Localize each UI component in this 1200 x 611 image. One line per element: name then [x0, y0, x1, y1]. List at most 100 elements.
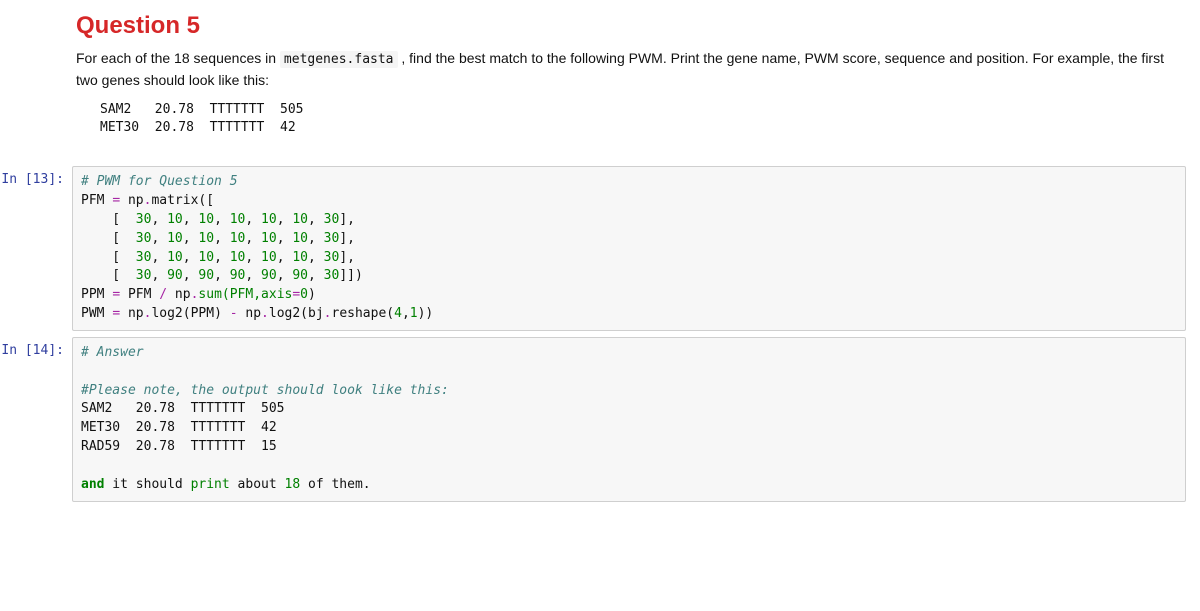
example-output-block: SAM2 20.78 TTTTTTT 505 MET30 20.78 TTTTT…: [76, 101, 1176, 139]
prose-pre: For each of the 18 sequences in: [76, 50, 280, 66]
code-num: 30: [324, 231, 340, 246]
code-num: 10: [292, 231, 308, 246]
code-token: ,: [183, 268, 199, 283]
code-num: 4: [394, 306, 402, 321]
code-token: ,: [245, 250, 261, 265]
code-content: # PWM for Question 5 PFM = np. matrix([ […: [81, 173, 1177, 324]
code-comment: # PWM for Question 5: [81, 174, 238, 189]
code-num: 30: [136, 212, 152, 227]
code-num: 30: [324, 250, 340, 265]
code-input-area[interactable]: # Answer #Please note, the output should…: [72, 337, 1186, 502]
code-num: 10: [198, 250, 214, 265]
code-token: np: [167, 287, 190, 302]
code-num: 10: [167, 212, 183, 227]
code-op: /: [159, 287, 167, 302]
code-num: 10: [230, 231, 246, 246]
code-token: ,: [214, 231, 230, 246]
code-num: 10: [261, 212, 277, 227]
code-token: it should: [104, 477, 190, 492]
code-token: ]]): [339, 268, 362, 283]
code-comment: # Answer: [81, 345, 144, 360]
code-token: ,: [308, 231, 324, 246]
code-token: ],: [339, 250, 355, 265]
code-op: .: [261, 306, 269, 321]
code-token: ,: [245, 231, 261, 246]
code-token: ): [308, 287, 316, 302]
code-token: log2(bj: [269, 306, 324, 321]
question-prose: For each of the 18 sequences in metgenes…: [76, 48, 1176, 91]
code-token: np: [120, 306, 143, 321]
code-token: ,: [277, 212, 293, 227]
code-token: matrix([: [151, 193, 214, 208]
code-token: ,: [214, 268, 230, 283]
code-token: ,: [214, 250, 230, 265]
code-num: 90: [198, 268, 214, 283]
code-num: 10: [167, 250, 183, 265]
code-num: 30: [136, 250, 152, 265]
code-line: MET30 20.78 TTTTTTT 42: [81, 420, 277, 435]
code-op: =: [112, 306, 120, 321]
code-token: ,: [402, 306, 410, 321]
code-token: about: [230, 477, 285, 492]
code-token: ,: [277, 268, 293, 283]
code-num: 30: [136, 231, 152, 246]
code-comment: #Please note, the output should look lik…: [81, 383, 449, 398]
code-num: 90: [292, 268, 308, 283]
code-token: PWM: [81, 306, 112, 321]
code-token: PFM: [120, 287, 159, 302]
code-num: 10: [198, 212, 214, 227]
code-op: .: [324, 306, 332, 321]
markdown-cell: Question 5 For each of the 18 sequences …: [76, 0, 1180, 160]
code-token: ,: [151, 268, 167, 283]
code-input-area[interactable]: # PWM for Question 5 PFM = np. matrix([ […: [72, 166, 1186, 331]
code-num: 30: [324, 212, 340, 227]
code-content: # Answer #Please note, the output should…: [81, 344, 1177, 495]
code-token: PPM: [81, 287, 112, 302]
code-token: ,: [277, 250, 293, 265]
code-builtin: print: [191, 477, 230, 492]
code-token: PFM: [81, 193, 112, 208]
code-num: 30: [324, 268, 340, 283]
code-line: SAM2 20.78 TTTTTTT 505: [81, 401, 285, 416]
code-token: ,: [214, 212, 230, 227]
code-token: ,: [183, 212, 199, 227]
code-line: RAD59 20.78 TTTTTTT 15: [81, 439, 277, 454]
code-token: ,: [151, 212, 167, 227]
code-num: 18: [285, 477, 301, 492]
code-token: )): [418, 306, 434, 321]
code-token: ,: [308, 212, 324, 227]
code-token: [: [81, 212, 136, 227]
code-token: ,: [183, 250, 199, 265]
notebook: Question 5 For each of the 18 sequences …: [0, 0, 1200, 528]
code-num: 10: [261, 231, 277, 246]
code-token: of them.: [300, 477, 370, 492]
code-token: reshape(: [332, 306, 395, 321]
code-token: ,: [308, 250, 324, 265]
code-cell-2: In [14]: # Answer #Please note, the outp…: [0, 337, 1200, 502]
code-op: -: [230, 306, 238, 321]
code-num: 10: [230, 250, 246, 265]
code-num: 90: [230, 268, 246, 283]
code-builtin: sum(PFM,axis: [198, 287, 292, 302]
code-num: 10: [198, 231, 214, 246]
input-prompt: In [14]:: [0, 337, 72, 358]
code-token: [: [81, 268, 136, 283]
code-token: ],: [339, 212, 355, 227]
code-token: np: [238, 306, 261, 321]
code-token: ,: [183, 231, 199, 246]
code-op: =: [112, 193, 120, 208]
code-num: 0: [300, 287, 308, 302]
code-token: ,: [151, 250, 167, 265]
code-token: log2(PPM): [151, 306, 229, 321]
code-cell-1: In [13]: # PWM for Question 5 PFM = np.m…: [0, 166, 1200, 331]
question-heading: Question 5: [76, 12, 1176, 40]
code-token: ,: [151, 231, 167, 246]
code-num: 10: [167, 231, 183, 246]
code-token: ,: [245, 268, 261, 283]
code-op: =: [292, 287, 300, 302]
code-token: ,: [277, 231, 293, 246]
code-token: ],: [339, 231, 355, 246]
code-num: 10: [292, 250, 308, 265]
code-num: 10: [261, 250, 277, 265]
code-num: 1: [410, 306, 418, 321]
